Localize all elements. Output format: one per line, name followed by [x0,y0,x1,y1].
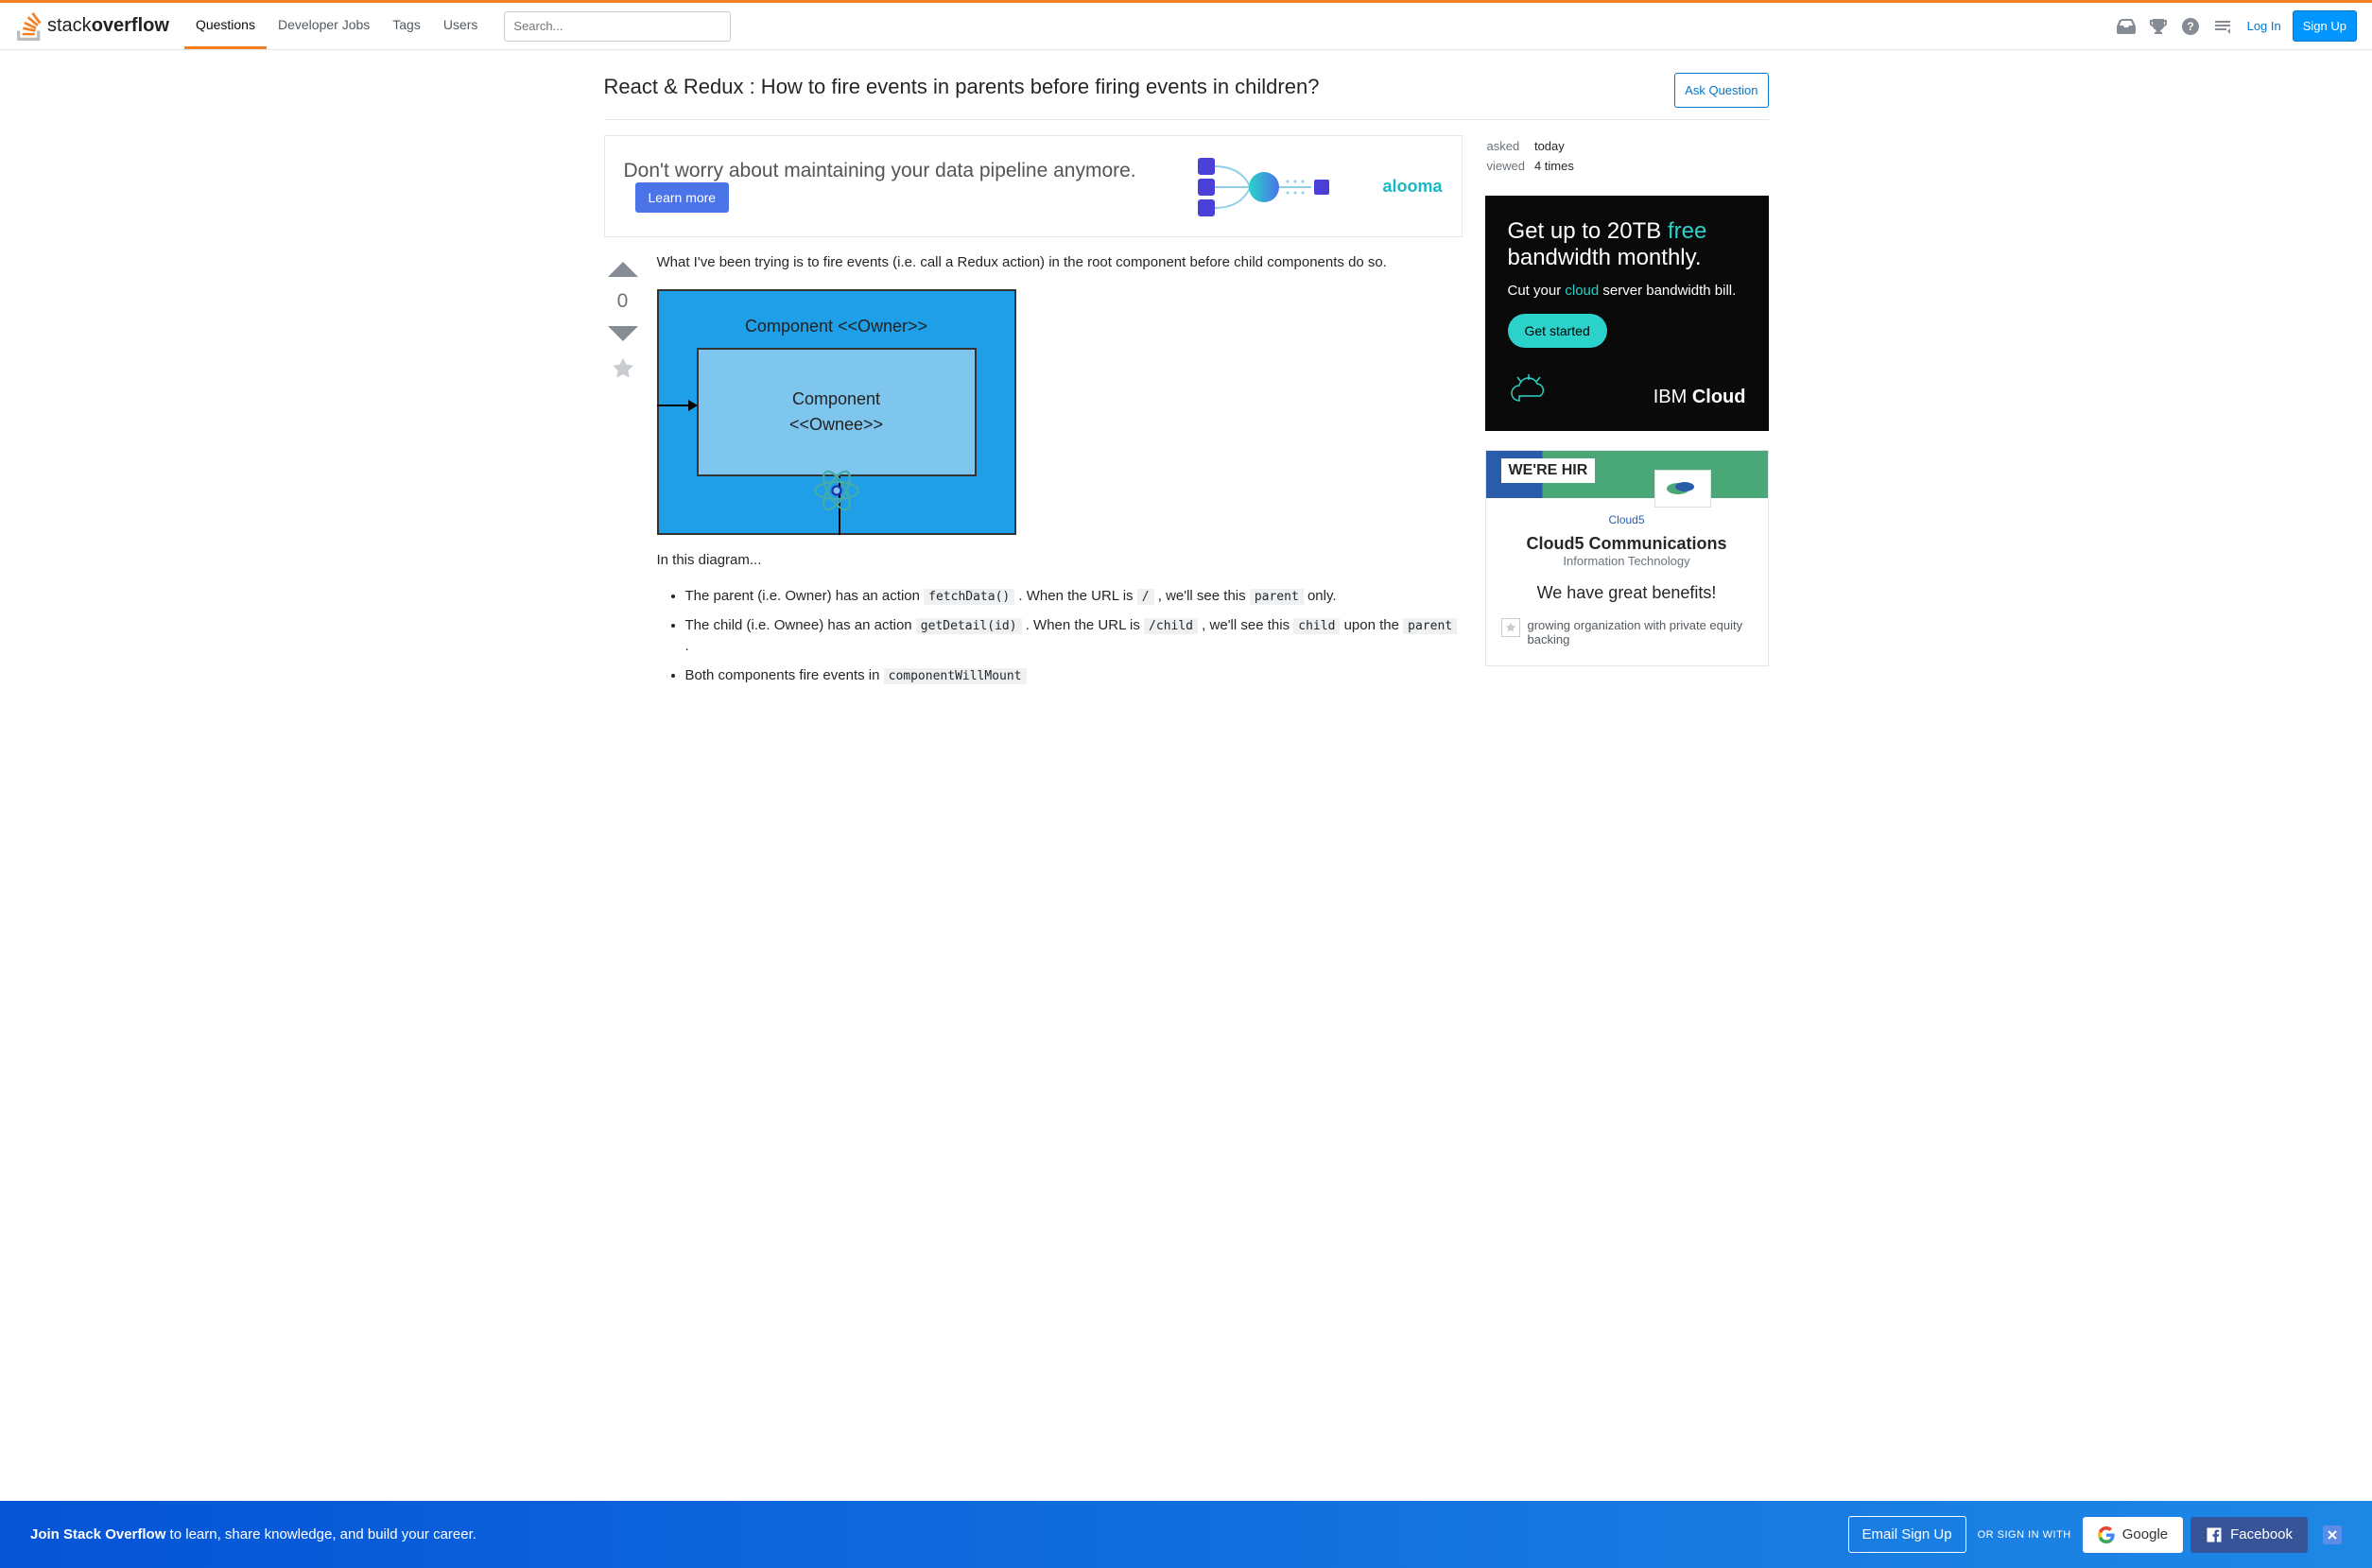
post-intro: What I've been trying is to fire events … [657,252,1463,274]
company-category: Information Technology [1501,554,1753,568]
learn-more-button[interactable]: Learn more [635,182,730,213]
signup-button[interactable]: Sign Up [2293,10,2357,42]
nav-questions[interactable]: Questions [184,3,267,49]
vote-count: 0 [617,290,629,313]
hiring-card[interactable]: WE'RE HIR Cloud5 Cloud5 Communications I… [1485,450,1769,666]
sidebar: askedtoday viewed4 times Get up to 20TB … [1485,135,1769,701]
list-item: The child (i.e. Ownee) has an action get… [685,615,1463,658]
close-banner-button[interactable] [2323,1525,2342,1544]
ad-brand: alooma [1382,177,1442,197]
facebook-signin-button[interactable]: Facebook [2190,1517,2308,1553]
favorite-button[interactable] [609,354,637,383]
arrow-icon [657,405,697,406]
downvote-button[interactable] [606,317,640,351]
signup-banner: Join Stack Overflow to learn, share know… [0,1501,2372,1568]
cloud5-icon [1664,479,1702,498]
question-header: React & Redux : How to fire events in pa… [604,73,1769,120]
community-icon[interactable] [2213,18,2232,35]
sidebar-ad-ibm[interactable]: Get up to 20TB free bandwidth monthly. C… [1485,196,1769,431]
company-logo-text: Cloud5 [1501,513,1753,526]
help-icon[interactable]: ? [2181,18,2200,35]
site-logo[interactable]: stackoverflow [15,12,169,41]
react-icon [813,467,860,514]
site-header: stackoverflow Questions Developer Jobs T… [0,3,2372,50]
viewed-value: 4 times [1534,157,1582,175]
ad-subtext: Cut your cloud server bandwidth bill. [1508,283,1746,299]
cloud-icon [1508,374,1550,408]
ad-text: Don't worry about maintaining your data … [624,160,1175,213]
search-input[interactable] [504,11,731,42]
list-item: Both components fire events in component… [685,665,1463,687]
ask-question-button[interactable]: Ask Question [1674,73,1768,108]
diagram-caption: In this diagram... [657,550,1463,572]
question-stats: askedtoday viewed4 times [1485,135,1584,177]
diagram-owner-label: Component <<Owner>> [659,314,1014,339]
hiring-benefit: growing organization with private equity… [1501,614,1753,650]
question-title: React & Redux : How to fire events in pa… [604,73,1320,101]
post: 0 What I've been trying is to fire event… [604,252,1463,701]
hiring-badge: WE'RE HIR [1501,458,1596,483]
component-diagram: Component <<Owner>> Component <<Ownee>> [657,289,1016,535]
achievements-icon[interactable] [2149,18,2168,35]
asked-label: asked [1487,137,1532,155]
login-link[interactable]: Log In [2247,19,2281,33]
vote-column: 0 [604,252,642,701]
star-icon [1501,618,1520,637]
or-text: OR SIGN IN WITH [1978,1529,2071,1541]
pipeline-icon [1193,153,1363,219]
upvote-button[interactable] [606,252,640,286]
inbox-icon[interactable] [2117,18,2136,35]
post-body: What I've been trying is to fire events … [657,252,1463,701]
get-started-button[interactable]: Get started [1508,314,1607,348]
svg-text:?: ? [2187,20,2193,33]
google-signin-button[interactable]: Google [2083,1517,2183,1553]
ad-banner-top[interactable]: Don't worry about maintaining your data … [604,135,1463,237]
viewed-label: viewed [1487,157,1532,175]
nav-developer-jobs[interactable]: Developer Jobs [267,3,381,49]
asked-value: today [1534,137,1582,155]
search-box [504,11,731,42]
facebook-icon [2206,1526,2223,1543]
list-item: The parent (i.e. Owner) has an action fe… [685,586,1463,608]
hiring-header: WE'RE HIR [1486,451,1768,498]
ad-headline: Get up to 20TB free bandwidth monthly. [1508,218,1746,271]
nav-tags[interactable]: Tags [381,3,432,49]
nav-users[interactable]: Users [432,3,490,49]
google-icon [2098,1526,2115,1543]
ad-brand: IBM Cloud [1653,387,1746,408]
company-logo [1654,470,1711,508]
diagram-ownee-box: Component <<Ownee>> [697,348,977,476]
banner-text: Join Stack Overflow to learn, share know… [30,1526,476,1542]
main-nav: Questions Developer Jobs Tags Users [184,3,489,49]
logo-text: stackoverflow [47,15,169,37]
stackoverflow-icon [15,12,43,41]
company-name: Cloud5 Communications [1501,534,1753,554]
hiring-tagline: We have great benefits! [1501,583,1753,603]
post-bullet-list: The parent (i.e. Owner) has an action fe… [685,586,1463,686]
email-signup-button[interactable]: Email Sign Up [1848,1516,1966,1553]
